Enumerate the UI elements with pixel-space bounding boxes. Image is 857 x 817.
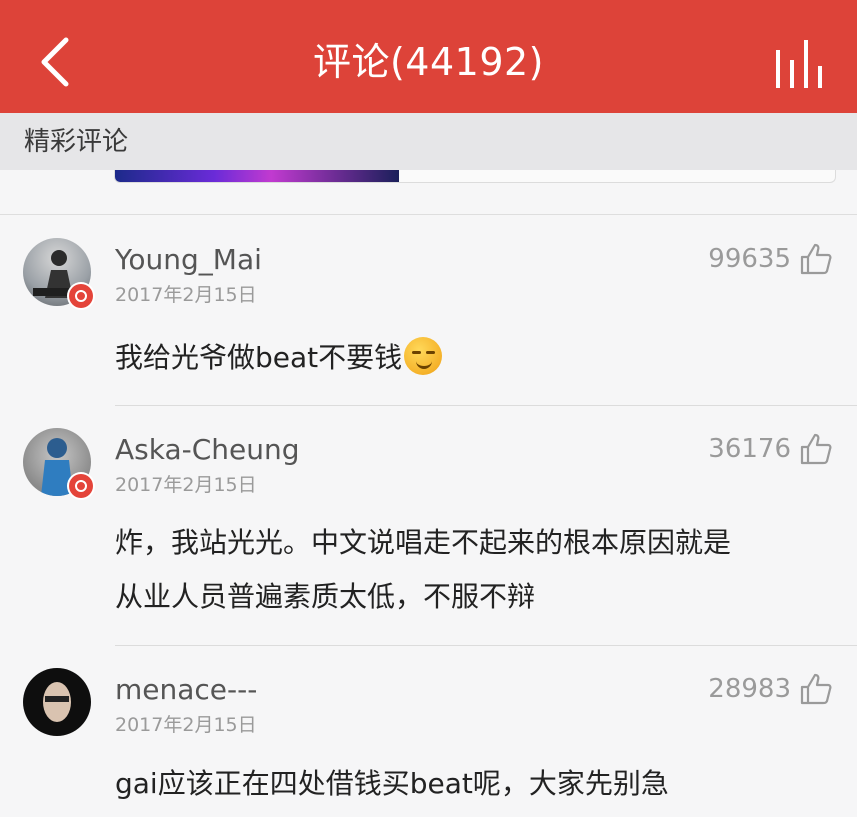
thumbs-up-icon bbox=[800, 673, 832, 705]
like-count: 99635 bbox=[708, 244, 791, 274]
thumbs-up-icon bbox=[800, 433, 832, 465]
like-button[interactable]: 28983 bbox=[708, 671, 833, 707]
comment-text: gai应该正在四处借钱买beat呢，大家先别急 bbox=[115, 767, 669, 800]
like-button[interactable]: 99635 bbox=[708, 241, 833, 277]
shared-content-card[interactable] bbox=[114, 170, 836, 183]
comment-username[interactable]: menace--- bbox=[115, 673, 257, 707]
section-header: 精彩评论 bbox=[0, 113, 857, 170]
comment-date: 2017年2月15日 bbox=[115, 474, 257, 496]
card-thumbnail bbox=[115, 170, 399, 182]
comment-text: 炸，我站光光。中文说唱走不起来的根本原因就是 从业人员普遍素质太低，不服不辩 bbox=[115, 516, 825, 624]
like-count: 28983 bbox=[708, 674, 791, 704]
equalizer-icon bbox=[776, 40, 822, 88]
comment-text-line: 从业人员普遍素质太低，不服不辩 bbox=[115, 580, 536, 613]
avatar-button[interactable] bbox=[23, 238, 95, 310]
page-title: 评论(44192) bbox=[312, 40, 545, 84]
comment-item: Young_Mai 2017年2月15日 99635 我给光爷做beat不要钱 bbox=[0, 215, 857, 406]
comment-body: 我给光爷做beat不要钱 bbox=[115, 341, 403, 374]
comment-text-line: 炸，我站光光。中文说唱走不起来的根本原因就是 bbox=[115, 526, 732, 559]
comment-username[interactable]: Aska-Cheung bbox=[115, 433, 300, 467]
music-badge-icon bbox=[69, 284, 93, 308]
avatar bbox=[23, 668, 91, 736]
comment-date: 2017年2月15日 bbox=[115, 714, 257, 736]
thumbs-up-icon bbox=[800, 243, 832, 275]
comment-date: 2017年2月15日 bbox=[115, 284, 257, 306]
comment-item: menace--- 2017年2月15日 28983 gai应该正在四处借钱买b… bbox=[0, 645, 857, 817]
avatar-button[interactable] bbox=[23, 428, 95, 500]
comment-text: 我给光爷做beat不要钱 bbox=[115, 331, 825, 385]
like-button[interactable]: 36176 bbox=[708, 431, 833, 467]
section-title: 精彩评论 bbox=[24, 127, 129, 157]
now-playing-button[interactable] bbox=[770, 36, 830, 92]
comment-item: Aska-Cheung 2017年2月15日 36176 炸，我站光光。中文说唱… bbox=[0, 405, 857, 646]
music-badge-icon bbox=[69, 474, 93, 498]
comment-username[interactable]: Young_Mai bbox=[115, 243, 262, 277]
smirk-emoji-icon bbox=[404, 337, 443, 375]
like-count: 36176 bbox=[708, 434, 791, 464]
top-bar: 评论(44192) bbox=[0, 0, 857, 113]
vip-badge bbox=[67, 472, 95, 500]
avatar-image bbox=[43, 682, 71, 722]
vip-badge bbox=[67, 282, 95, 310]
avatar-button[interactable] bbox=[23, 668, 91, 736]
